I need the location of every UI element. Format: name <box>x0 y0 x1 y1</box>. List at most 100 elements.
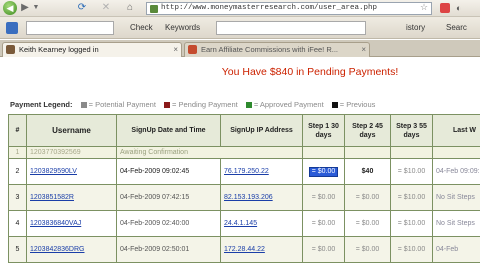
url-bar[interactable]: http://www.moneymasterresearch.com/user_… <box>146 2 432 15</box>
row-step-1: = $0.00 <box>302 210 345 237</box>
keywords-button[interactable]: Keywords <box>165 22 200 34</box>
ip-link[interactable]: 82.153.193.206 <box>224 194 273 201</box>
row-step-3 <box>390 146 433 159</box>
row-step-2: = $0.00 <box>344 184 391 211</box>
step-2-value: $40 <box>361 167 374 175</box>
search-engine-icon[interactable]: ◐ <box>456 3 461 13</box>
table-row: 5 1203842836DRG 04-Feb-2009 02:50:01 172… <box>8 236 480 263</box>
tab-label: Earn Affiliate Commissions with iFee! R.… <box>201 45 338 54</box>
row-step-1: = $0.00 <box>302 236 345 263</box>
row-signup-date: 04-Feb-2009 02:40:00 <box>116 210 221 237</box>
row-signup-date: Awaiting Confirmation <box>116 146 303 159</box>
row-username-cell: 1203851582R <box>26 184 117 211</box>
row-step-2: = $0.00 <box>344 236 391 263</box>
toolbar-secondary-field[interactable] <box>216 21 366 35</box>
username-link[interactable]: 1203851582R <box>30 194 74 201</box>
col-header-signup-date[interactable]: SignUp Date and Time <box>116 114 221 147</box>
row-username: 1203770392569 <box>26 146 117 159</box>
step-1-selected-value[interactable]: = $0.00 <box>308 166 339 177</box>
page-content: You Have $840 in Pending Payments! Payme… <box>0 58 480 270</box>
col-header-number[interactable]: # <box>8 114 27 147</box>
table-header-row: # Username SignUp Date and Time SignUp I… <box>8 114 480 147</box>
payment-legend: Payment Legend: = Potential Payment = Pe… <box>10 100 375 109</box>
toolbar: Check Keywords istory Searc <box>0 17 480 39</box>
row-step-3: = $10.00 <box>390 158 433 185</box>
legend-title: Payment Legend: <box>10 100 73 109</box>
row-step-1: = $0.00 <box>302 158 345 185</box>
col-header-username[interactable]: Username <box>26 114 117 147</box>
row-ip-cell: 172.28.44.22 <box>220 236 303 263</box>
row-signup-date: 04-Feb-2009 09:02:45 <box>116 158 221 185</box>
reload-button[interactable]: ⟳ <box>76 2 88 14</box>
legend-potential: = Potential Payment <box>88 100 156 109</box>
previous-swatch-icon <box>331 102 338 109</box>
check-button[interactable]: Check <box>130 22 153 34</box>
chevron-down-icon: ▼ <box>32 4 40 11</box>
pending-swatch-icon <box>164 102 171 109</box>
legend-approved: = Approved Payment <box>253 100 324 109</box>
history-dropdown-button[interactable]: ▼ <box>32 2 40 14</box>
row-step-1 <box>302 146 345 159</box>
username-link[interactable]: 1203829590LV <box>30 168 77 175</box>
tab-inactive[interactable]: Earn Affiliate Commissions with iFee! R.… <box>184 42 370 57</box>
search-button[interactable]: Searc <box>446 22 467 34</box>
toolbar-logo-icon[interactable] <box>6 22 18 34</box>
home-button[interactable]: ⌂ <box>124 2 136 14</box>
stop-button[interactable]: ✕ <box>100 2 112 14</box>
row-number: 2 <box>8 158 27 185</box>
username-link[interactable]: 1203842836DRG <box>30 246 85 253</box>
toolbar-search-input[interactable] <box>26 21 114 35</box>
row-last: 04-Feb 09:09:1 <box>432 158 480 185</box>
table-row: 1 1203770392569 Awaiting Confirmation <box>8 146 480 159</box>
legend-previous: = Previous <box>339 100 376 109</box>
legend-pending: = Pending Payment <box>172 100 238 109</box>
col-header-step-3[interactable]: Step 3 55 days <box>390 114 433 147</box>
back-arrow-icon: ◀ <box>6 3 14 13</box>
row-last: No Sit Steps <box>432 184 480 211</box>
pending-payments-banner: You Have $840 in Pending Payments! <box>221 66 399 78</box>
row-ip-cell: 76.179.250.22 <box>220 158 303 185</box>
row-username-cell: 1203829590LV <box>26 158 117 185</box>
col-header-step-1[interactable]: Step 1 30 days <box>302 114 345 147</box>
table-row: 4 1203836840VAJ 04-Feb-2009 02:40:00 24.… <box>8 210 480 237</box>
history-button[interactable]: istory <box>406 22 425 34</box>
addon-icon[interactable] <box>440 3 450 13</box>
row-number: 4 <box>8 210 27 237</box>
tab-strip: Keith Kearney logged in × Earn Affiliate… <box>0 40 480 57</box>
row-step-3: = $10.00 <box>390 210 433 237</box>
ip-link[interactable]: 76.179.250.22 <box>224 168 269 175</box>
browser-nav-bar: ◀ ▶ ▼ ⟳ ✕ ⌂ http://www.moneymasterresear… <box>0 0 480 17</box>
row-step-3: = $10.00 <box>390 236 433 263</box>
row-number: 5 <box>8 236 27 263</box>
payments-table: # Username SignUp Date and Time SignUp I… <box>8 114 480 263</box>
row-number: 3 <box>8 184 27 211</box>
table-row: 3 1203851582R 04-Feb-2009 07:42:15 82.15… <box>8 184 480 211</box>
approved-swatch-icon <box>245 102 252 109</box>
col-header-last[interactable]: Last W <box>432 114 480 147</box>
col-header-step-2[interactable]: Step 2 45 days <box>344 114 391 147</box>
bookmark-star-icon[interactable]: ☆ <box>420 2 428 13</box>
back-button[interactable]: ◀ <box>3 1 17 15</box>
row-step-2: $40 <box>344 158 391 185</box>
ip-link[interactable]: 172.28.44.22 <box>224 246 265 253</box>
row-ip-cell: 24.4.1.145 <box>220 210 303 237</box>
ip-link[interactable]: 24.4.1.145 <box>224 220 257 227</box>
forward-button[interactable]: ▶ <box>20 2 30 14</box>
reload-icon: ⟳ <box>77 2 87 13</box>
tab-label: Keith Kearney logged in <box>19 45 99 54</box>
col-header-signup-ip[interactable]: SignUp IP Address <box>220 114 303 147</box>
close-tab-icon[interactable]: × <box>361 43 366 56</box>
tab-active[interactable]: Keith Kearney logged in × <box>2 42 182 57</box>
close-tab-icon[interactable]: × <box>173 43 178 56</box>
row-username-cell: 1203842836DRG <box>26 236 117 263</box>
row-last <box>432 146 480 159</box>
forward-arrow-icon: ▶ <box>21 2 29 13</box>
row-step-2 <box>344 146 391 159</box>
row-signup-date: 04-Feb-2009 07:42:15 <box>116 184 221 211</box>
stop-icon: ✕ <box>101 2 111 13</box>
home-icon: ⌂ <box>126 2 134 13</box>
potential-swatch-icon <box>80 102 87 109</box>
row-number: 1 <box>8 146 27 159</box>
row-step-1: = $0.00 <box>302 184 345 211</box>
username-link[interactable]: 1203836840VAJ <box>30 220 81 227</box>
